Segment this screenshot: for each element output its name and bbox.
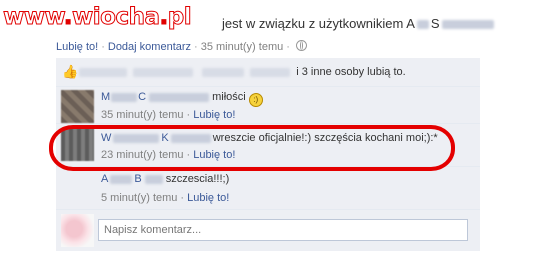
comment-item: A Bszczescia!!!;) 5 minut(y) temu · Lubię t…	[56, 167, 480, 210]
redacted-name[interactable]	[250, 67, 291, 77]
comment-body: M Cmiłości:)	[101, 91, 263, 107]
separator: ·	[186, 109, 191, 121]
comment-author[interactable]: M	[101, 91, 110, 103]
smiley-icon: :)	[248, 93, 263, 107]
status-actions: Lubię to! · Dodaj komentarz · 35 minut(y) te…	[56, 40, 307, 53]
comment-like-link[interactable]: Lubię to!	[187, 192, 229, 204]
separator: ·	[180, 192, 185, 204]
likes-summary: i 3 inne osoby lubią to.	[79, 66, 406, 78]
status-line: jest w związku z użytkownikiem A	[222, 16, 415, 31]
separator: ·	[286, 41, 290, 53]
add-comment-link[interactable]: Dodaj komentarz	[108, 41, 191, 53]
comment-text: miłości	[212, 91, 246, 103]
redacted-name[interactable]	[133, 67, 194, 77]
highlight-annotation	[49, 125, 455, 171]
comment-author-surname[interactable]: B	[134, 173, 141, 185]
redacted-name	[144, 174, 163, 184]
redacted-name	[110, 174, 133, 184]
likes-row: 👍 i 3 inne osoby lubią to.	[56, 58, 480, 87]
globe-icon	[295, 40, 307, 51]
redacted-name[interactable]	[79, 67, 127, 77]
comment-input[interactable]: Napisz komentarz...	[98, 219, 468, 241]
status-text: jest w związku z użytkownikiem A S	[222, 16, 494, 31]
comment-author[interactable]: A	[101, 173, 108, 185]
redacted-name	[416, 20, 429, 30]
status-timestamp[interactable]: 35 minut(y) temu	[201, 41, 284, 53]
watermark: www.wiocha.pl	[3, 4, 193, 31]
write-comment-row: Napisz komentarz...	[56, 210, 480, 251]
comment-body: A Bszczescia!!!;)	[101, 173, 229, 185]
avatar[interactable]	[61, 90, 94, 123]
comment-meta: 35 minut(y) temu · Lubię to!	[101, 109, 235, 121]
status-trail: S	[430, 16, 440, 31]
redacted-name	[111, 92, 138, 102]
thumbs-up-icon: 👍	[62, 64, 79, 79]
comment-meta: 5 minut(y) temu · Lubię to!	[101, 192, 229, 204]
comment-item: M Cmiłości:) 35 minut(y) temu · Lubię to!	[56, 86, 480, 124]
separator: ·	[194, 41, 198, 53]
redacted-name	[149, 92, 210, 102]
comment-like-link[interactable]: Lubię to!	[193, 109, 235, 121]
comment-timestamp[interactable]: 5 minut(y) temu	[101, 192, 177, 204]
redacted-name	[441, 20, 494, 30]
comment-timestamp[interactable]: 35 minut(y) temu	[101, 109, 184, 121]
comment-author-surname[interactable]: C	[138, 91, 146, 103]
comment-text: szczescia!!!;)	[165, 173, 230, 185]
likes-count-text[interactable]: i 3 inne osoby lubią to.	[296, 66, 405, 78]
avatar	[61, 214, 94, 247]
status-like-link[interactable]: Lubię to!	[56, 41, 98, 53]
redacted-name[interactable]	[202, 67, 245, 77]
separator: ·	[101, 41, 105, 53]
